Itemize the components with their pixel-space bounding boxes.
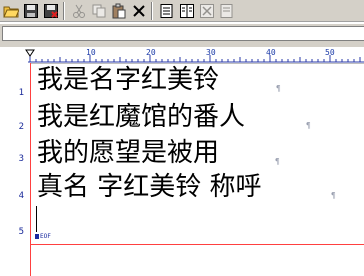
paragraph-mark: ¶ — [276, 84, 281, 93]
page-end-line — [30, 244, 364, 245]
line-number: 5 — [18, 227, 24, 237]
command-input[interactable] — [2, 26, 364, 41]
toolbar-separator — [63, 1, 65, 20]
page-icon[interactable] — [158, 2, 176, 20]
line-number-gutter: 1 2 3 4 5 — [0, 63, 31, 276]
line-number: 4 — [18, 191, 24, 201]
toolbar-separator — [151, 1, 153, 20]
text-line[interactable]: 我是名字红美铃 — [37, 66, 219, 94]
line-number: 2 — [18, 122, 24, 132]
cut-icon[interactable] — [70, 2, 88, 20]
ruler-label: 40 — [266, 48, 276, 57]
text-line[interactable]: 我的愿望是被用 — [37, 139, 219, 167]
save-close-icon[interactable] — [42, 2, 60, 20]
paste-icon[interactable] — [110, 2, 128, 20]
save-icon[interactable] — [22, 2, 40, 20]
text-caret — [36, 206, 37, 232]
ruler-label: 30 — [206, 48, 216, 57]
copy-icon[interactable] — [90, 2, 108, 20]
close-doc-icon[interactable] — [198, 2, 216, 20]
open-icon[interactable] — [2, 2, 20, 20]
ruler-caret-marker — [25, 49, 35, 57]
ruler-ticks — [25, 49, 364, 63]
line-number: 3 — [18, 154, 24, 164]
doc-icon[interactable] — [218, 2, 236, 20]
ruler-label: 10 — [86, 48, 96, 57]
paragraph-mark: ¶ — [275, 157, 280, 166]
paragraph-mark: ¶ — [331, 191, 336, 200]
ruler: 10 20 30 40 50 — [0, 47, 364, 64]
text-line[interactable]: 我是红魔馆的番人 — [37, 103, 245, 131]
eof-box — [35, 234, 39, 239]
eof-marker: EOF — [35, 233, 51, 240]
ruler-label: 20 — [146, 48, 156, 57]
text-line[interactable]: 真名 字红美铃 称呼 — [37, 173, 262, 201]
delete-icon[interactable] — [130, 2, 148, 20]
columns-icon[interactable] — [178, 2, 196, 20]
input-strip — [0, 24, 364, 44]
paragraph-mark: ¶ — [306, 121, 311, 130]
toolbar — [0, 0, 364, 22]
ruler-label: 50 — [325, 48, 335, 57]
line-number: 1 — [18, 88, 24, 98]
eof-label: EOF — [40, 233, 51, 240]
